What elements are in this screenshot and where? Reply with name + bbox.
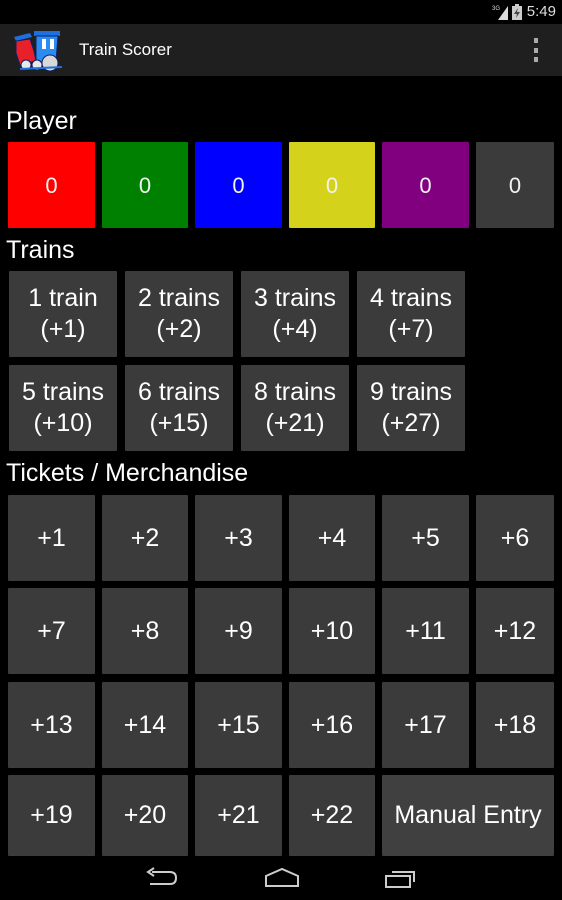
train-button-points: (+4) <box>272 315 318 343</box>
ticket-button[interactable]: +16 <box>289 682 375 768</box>
ticket-button[interactable]: +5 <box>382 495 469 581</box>
train-button-points: (+21) <box>265 409 325 437</box>
ticket-button-label: +10 <box>310 616 354 645</box>
ticket-button-label: +7 <box>37 616 66 645</box>
ticket-button[interactable]: +20 <box>102 775 188 856</box>
train-button-points: (+10) <box>33 409 93 437</box>
ticket-button[interactable]: +4 <box>289 495 375 581</box>
ticket-button[interactable]: +19 <box>8 775 95 856</box>
ticket-button[interactable]: +11 <box>382 588 469 674</box>
train-button[interactable]: 4 trains (+7) <box>357 271 465 357</box>
ticket-button[interactable]: +8 <box>102 588 188 674</box>
tickets-section-label: Tickets / Merchandise <box>6 459 249 487</box>
player-button[interactable]: 0 <box>289 142 375 228</box>
player-score: 0 <box>232 172 245 198</box>
ticket-button-label: +5 <box>411 523 440 552</box>
ticket-button-label: +16 <box>310 710 354 739</box>
ticket-button[interactable]: +17 <box>382 682 469 768</box>
player-score: 0 <box>138 172 152 198</box>
ticket-button-label: +12 <box>493 616 537 645</box>
ticket-button-label: +15 <box>217 710 260 739</box>
player-button[interactable]: 0 <box>476 142 554 228</box>
train-button-points: (+27) <box>381 409 441 437</box>
train-button-count: 1 train <box>28 284 98 312</box>
ticket-button-label: +8 <box>130 616 160 645</box>
train-button-count: 3 trains <box>254 284 336 312</box>
status-clock: 5:49 <box>526 3 556 20</box>
ticket-button[interactable]: +9 <box>195 588 282 674</box>
ticket-button[interactable]: +2 <box>102 495 188 581</box>
app-title: Train Scorer <box>79 40 172 59</box>
ticket-button[interactable]: +12 <box>476 588 554 674</box>
ticket-button[interactable]: +21 <box>195 775 282 856</box>
train-button[interactable]: 8 trains (+21) <box>241 365 349 451</box>
status-bar: 3G 5:49 <box>0 0 562 24</box>
recents-icon[interactable] <box>384 866 418 890</box>
train-button-points: (+1) <box>40 315 86 343</box>
battery-charging-icon <box>512 4 522 20</box>
train-button-points: (+2) <box>156 315 202 343</box>
player-score: 0 <box>325 172 339 198</box>
navigation-bar <box>0 856 562 900</box>
ticket-button-label: +13 <box>30 710 73 739</box>
ticket-button[interactable]: +3 <box>195 495 282 581</box>
train-button[interactable]: 5 trains (+10) <box>9 365 117 451</box>
player-button[interactable]: 0 <box>195 142 282 228</box>
ticket-button[interactable]: +14 <box>102 682 188 768</box>
ticket-button[interactable]: +1 <box>8 495 95 581</box>
manual-entry-button[interactable]: Manual Entry <box>382 775 554 856</box>
ticket-button-label: +6 <box>500 523 530 552</box>
back-icon[interactable] <box>144 866 178 890</box>
ticket-button-label: +2 <box>130 523 160 552</box>
train-button[interactable]: 1 train (+1) <box>9 271 117 357</box>
ticket-button-label: +9 <box>224 616 253 645</box>
train-logo-icon <box>14 31 63 72</box>
player-section-label: Player <box>6 107 77 135</box>
train-button-count: 4 trains <box>370 284 452 312</box>
svg-text:3G: 3G <box>492 6 500 12</box>
train-button-points: (+15) <box>149 409 209 437</box>
action-bar: Train Scorer <box>0 24 562 76</box>
train-button-points: (+7) <box>388 315 434 343</box>
train-button[interactable]: 2 trains (+2) <box>125 271 233 357</box>
train-button[interactable]: 3 trains (+4) <box>241 271 349 357</box>
ticket-button[interactable]: +13 <box>8 682 95 768</box>
train-button-count: 8 trains <box>254 378 336 406</box>
ticket-button-label: +20 <box>123 801 167 829</box>
player-button[interactable]: 0 <box>8 142 95 228</box>
ticket-button-label: +3 <box>224 523 253 552</box>
player-button[interactable]: 0 <box>382 142 469 228</box>
ticket-button-label: +17 <box>404 710 447 739</box>
train-button-count: 2 trains <box>138 284 220 312</box>
train-button[interactable]: 6 trains (+15) <box>125 365 233 451</box>
train-button-count: 6 trains <box>138 378 220 406</box>
ticket-button[interactable]: +6 <box>476 495 554 581</box>
ticket-button-label: +21 <box>217 801 260 829</box>
home-icon[interactable] <box>264 866 300 890</box>
player-score: 0 <box>508 172 522 198</box>
overflow-menu-icon[interactable] <box>532 38 540 62</box>
ticket-button-label: +1 <box>37 523 66 552</box>
player-score: 0 <box>419 172 432 198</box>
ticket-button-label: +22 <box>310 801 354 829</box>
trains-section-label: Trains <box>6 236 75 264</box>
ticket-button[interactable]: +18 <box>476 682 554 768</box>
train-button-count: 5 trains <box>22 378 104 406</box>
player-score: 0 <box>45 172 58 198</box>
ticket-button[interactable]: +22 <box>289 775 375 856</box>
ticket-button-label: +4 <box>317 523 347 552</box>
ticket-button[interactable]: +15 <box>195 682 282 768</box>
ticket-button-label: +14 <box>123 710 167 739</box>
ticket-button-label: +19 <box>30 801 73 829</box>
ticket-button-label: +18 <box>493 710 537 739</box>
ticket-button-label: +11 <box>405 616 446 645</box>
ticket-button[interactable]: +7 <box>8 588 95 674</box>
ticket-button[interactable]: +10 <box>289 588 375 674</box>
train-button[interactable]: 9 trains (+27) <box>357 365 465 451</box>
signal-3g-icon: 3G <box>492 6 508 20</box>
train-button-count: 9 trains <box>370 378 452 406</box>
manual-entry-label: Manual Entry <box>394 801 542 829</box>
player-button[interactable]: 0 <box>102 142 188 228</box>
